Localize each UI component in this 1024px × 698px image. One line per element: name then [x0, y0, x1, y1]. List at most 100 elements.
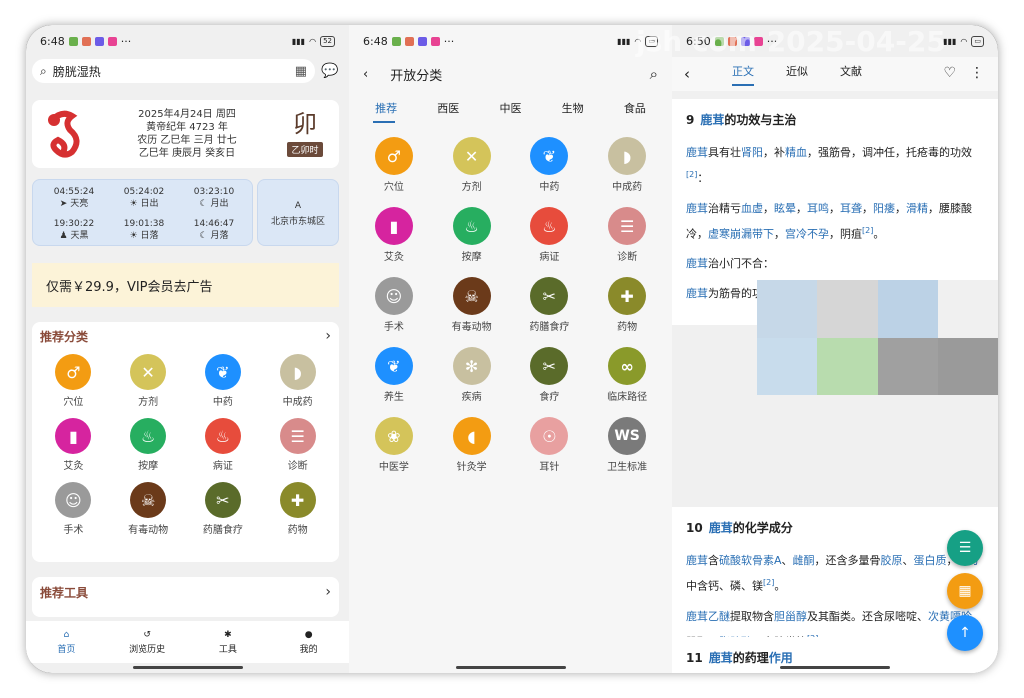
term-link[interactable]: 耳鸣	[807, 202, 829, 215]
term-link[interactable]: 鹿茸	[686, 287, 708, 300]
section-title-link[interactable]: 作用	[769, 651, 793, 665]
term-link[interactable]: 阳痿	[873, 202, 895, 215]
category-item[interactable]: ✕ 方剂	[111, 354, 186, 408]
tab-chinese-medicine[interactable]: 中医	[499, 100, 521, 116]
category-item[interactable]: ◗ 中成药	[260, 354, 335, 408]
category-item[interactable]: ♨ 按摩	[433, 207, 511, 263]
heart-icon[interactable]: ♡	[943, 65, 956, 81]
category-item[interactable]: ✂ 药膳食疗	[186, 482, 261, 536]
more-vert-icon[interactable]: ⋮	[970, 65, 984, 81]
tab-tools[interactable]: ✱ 工具	[188, 621, 269, 663]
category-item[interactable]: ♨ 病证	[186, 418, 261, 472]
back-icon[interactable]: ‹	[684, 65, 690, 83]
sun-moon-times[interactable]: 04:55:24 ➤ 天亮 05:24:02 ☀ 日出 03:23:10 ☾ 月出 1…	[32, 179, 253, 246]
category-item[interactable]: ☠ 有毒动物	[433, 277, 511, 333]
tab-main-text[interactable]: 正文	[732, 63, 754, 86]
term-link[interactable]: 胆甾醇	[774, 610, 807, 623]
category-item[interactable]: ✂ 药膳食疗	[511, 277, 589, 333]
category-item[interactable]: ❦ 中药	[186, 354, 261, 408]
category-item[interactable]: ✂ 食疗	[511, 347, 589, 403]
qr-scan-icon[interactable]: ▦	[295, 64, 307, 79]
term-link[interactable]: 鹿茸乙醚	[686, 610, 730, 623]
category-item[interactable]: ✚ 药物	[260, 482, 335, 536]
term-link[interactable]: 血虚	[741, 202, 763, 215]
acupoint-icon: ♂	[374, 137, 413, 175]
category-item[interactable]: ☺ 手术	[36, 482, 111, 536]
section-title-link[interactable]: 鹿茸	[700, 113, 724, 127]
citation-link[interactable]: [2]	[686, 170, 697, 179]
section-title-link[interactable]: 鹿茸	[709, 651, 733, 665]
term-link[interactable]: 硫酸软骨素A	[719, 554, 782, 567]
category-label: 药物	[617, 322, 638, 333]
tab-biology[interactable]: 生物	[562, 100, 584, 116]
location-card[interactable]: A 北京市东城区	[257, 179, 339, 246]
category-item[interactable]: ♂ 穴位	[36, 354, 111, 408]
category-label: 穴位	[63, 397, 84, 408]
category-item[interactable]: ☰ 诊断	[260, 418, 335, 472]
category-item[interactable]: ♂ 穴位	[355, 137, 433, 193]
category-item[interactable]: ▮ 艾灸	[36, 418, 111, 472]
category-item[interactable]: ♨ 病证	[511, 207, 589, 263]
grid-fab[interactable]: ▦	[947, 573, 983, 609]
term-link[interactable]: 精血	[785, 146, 807, 159]
message-icon[interactable]: 💬	[321, 63, 338, 79]
category-item[interactable]: ❦ 养生	[355, 347, 433, 403]
category-item[interactable]: ☰ 诊断	[588, 207, 666, 263]
term-link[interactable]: 蛋白质	[914, 554, 947, 567]
tab-western-medicine[interactable]: 西医	[437, 100, 459, 116]
category-item[interactable]: ✕ 方剂	[433, 137, 511, 193]
term-link[interactable]: 滑精	[906, 202, 928, 215]
term-link[interactable]: 鹿茸	[686, 146, 708, 159]
term-link[interactable]: 雌酮	[793, 554, 815, 567]
category-item[interactable]: ☉ 耳针	[511, 417, 589, 473]
category-item[interactable]: ◖ 针灸学	[433, 417, 511, 473]
status-bar: 6:48 ··· ▮▮▮ ◠ 52	[26, 25, 349, 57]
category-item[interactable]: ☠ 有毒动物	[111, 482, 186, 536]
chevron-right-icon[interactable]: ›	[325, 584, 331, 600]
term-link[interactable]: 鹿茸	[686, 257, 708, 270]
category-item[interactable]: ❦ 中药	[511, 137, 589, 193]
tab-history[interactable]: ↺ 浏览历史	[107, 621, 188, 663]
text-fragment: 、	[902, 554, 914, 567]
back-icon[interactable]: ‹	[363, 67, 368, 82]
term-link[interactable]: 鹿茸	[686, 554, 708, 567]
app-notify-icon	[94, 36, 104, 46]
term-link[interactable]: 胶原	[881, 554, 903, 567]
search-input[interactable]: 膀胱湿热	[53, 63, 101, 80]
category-item[interactable]: ♨ 按摩	[111, 418, 186, 472]
tab-literature[interactable]: 文献	[840, 63, 862, 86]
tab-food[interactable]: 食品	[624, 100, 646, 116]
term-link[interactable]: 鹿茸	[686, 202, 708, 215]
wifi-icon: ◠	[960, 36, 968, 46]
citation-link[interactable]: [2]	[763, 578, 774, 587]
category-item[interactable]: ☺ 手术	[355, 277, 433, 333]
tab-similar[interactable]: 近似	[786, 63, 808, 86]
category-item[interactable]: ▮ 艾灸	[355, 207, 433, 263]
category-item[interactable]: WS 卫生标准	[588, 417, 666, 473]
category-item[interactable]: ∞ 临床路径	[588, 347, 666, 403]
term-link[interactable]: 眩晕	[774, 202, 796, 215]
tab-home[interactable]: ⌂ 首页	[26, 621, 107, 663]
term-link[interactable]: 宫冷不孕	[785, 227, 829, 240]
tab-profile[interactable]: ● 我的	[268, 621, 349, 663]
citation-link[interactable]: [2]	[862, 226, 873, 235]
term-link[interactable]: 肾阳	[741, 146, 763, 159]
vip-ad-banner[interactable]: 仅需￥29.9，VIP会员去广告	[32, 263, 339, 307]
chevron-right-icon[interactable]: ›	[325, 328, 331, 344]
category-label: 手术	[63, 525, 84, 536]
tab-recommend[interactable]: 推荐	[375, 100, 397, 116]
category-item[interactable]: ✚ 药物	[588, 277, 666, 333]
category-item[interactable]: ❀ 中医学	[355, 417, 433, 473]
calendar-date: 2025年4月24日 周四	[138, 109, 236, 120]
calendar-card[interactable]: 2025年4月24日 周四 黄帝纪年 4723 年 农历 乙巳年 三月 廿七 乙…	[32, 100, 339, 168]
term-link[interactable]: 耳聋	[840, 202, 862, 215]
search-icon[interactable]: ⌕	[650, 65, 658, 83]
section-title-link[interactable]: 鹿茸	[709, 521, 733, 535]
toc-fab[interactable]: ☰	[947, 530, 983, 566]
category-item[interactable]: ◗ 中成药	[588, 137, 666, 193]
scroll-top-fab[interactable]: ↑	[947, 615, 983, 651]
search-bar[interactable]: ⌕ 膀胱湿热 ▦	[32, 59, 315, 83]
term-link[interactable]: 虚寒崩漏带下	[708, 227, 774, 240]
text-fragment: 含	[708, 554, 719, 567]
category-item[interactable]: ✻ 疾病	[433, 347, 511, 403]
